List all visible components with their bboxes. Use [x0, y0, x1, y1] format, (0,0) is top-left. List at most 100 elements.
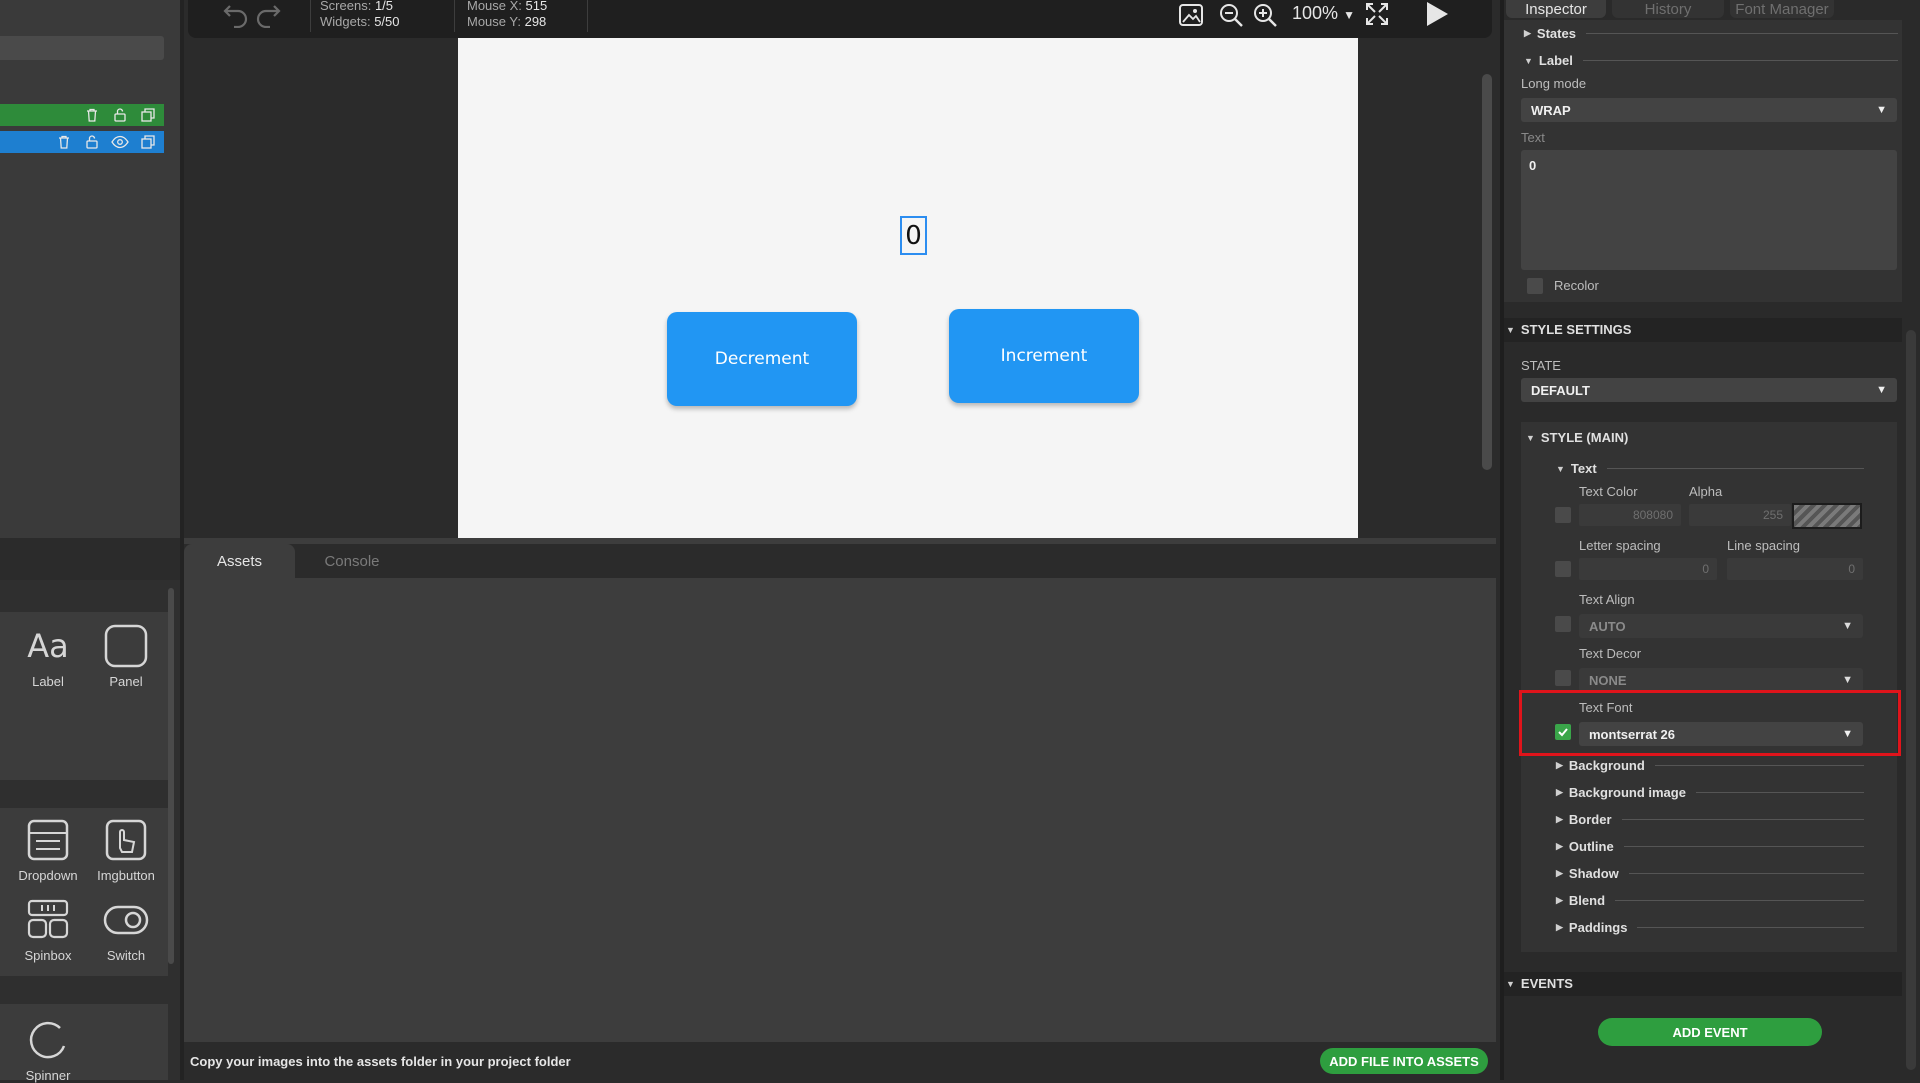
widget-spinner[interactable]: Spinner [10, 1016, 86, 1083]
triangle-down-icon: ▼ [1526, 432, 1535, 443]
text-decor-dropdown[interactable]: NONE ▼ [1579, 668, 1863, 692]
canvas-scrollbar[interactable] [1482, 74, 1492, 470]
widget-switch[interactable]: Switch [88, 896, 164, 963]
spinner-widget-icon [24, 1016, 72, 1064]
increment-button[interactable]: Increment [949, 309, 1139, 403]
state-dropdown[interactable]: DEFAULT ▼ [1521, 378, 1897, 402]
widget-spinbox[interactable]: Spinbox [10, 896, 86, 963]
letter-spacing-label: Letter spacing [1579, 538, 1661, 553]
alpha-label: Alpha [1689, 484, 1723, 499]
hierarchy-search-input[interactable] [0, 36, 164, 60]
toolbar-separator [454, 0, 455, 32]
triangle-down-icon: ▼ [1506, 324, 1515, 335]
add-file-button[interactable]: ADD FILE INTO ASSETS [1320, 1048, 1488, 1074]
redo-icon[interactable] [254, 2, 282, 28]
text-value-textarea[interactable]: 0 [1521, 150, 1897, 270]
tab-history[interactable]: History [1612, 0, 1724, 18]
outline-section[interactable]: ▶ Outline [1556, 839, 1864, 854]
widget-panel[interactable]: Panel [88, 622, 164, 689]
trash-icon[interactable] [54, 132, 74, 152]
zoom-in-icon[interactable] [1252, 2, 1278, 28]
style-settings-section[interactable]: ▼ STYLE SETTINGS [1506, 322, 1631, 337]
triangle-down-icon: ▼ [1556, 463, 1565, 474]
widget-spinbox-text: Spinbox [24, 948, 72, 963]
widget-dropdown[interactable]: Dropdown [10, 816, 86, 883]
trash-icon[interactable] [82, 105, 102, 125]
label-section[interactable]: ▼ Label [1524, 53, 1898, 68]
recolor-checkbox[interactable] [1527, 278, 1543, 294]
unlock-icon[interactable] [110, 105, 130, 125]
widget-label[interactable]: Aa Label [10, 622, 86, 689]
top-toolbar: Screens: 1/5 Widgets: 5/50 Mouse X: 515 … [188, 0, 1492, 38]
text-align-dropdown[interactable]: AUTO ▼ [1579, 614, 1863, 638]
text-style-section[interactable]: ▼ Text [1556, 461, 1864, 476]
imgbutton-widget-icon [102, 816, 150, 864]
triangle-right-icon: ▶ [1556, 895, 1563, 905]
spinbox-widget-icon [24, 896, 72, 944]
duplicate-icon[interactable] [138, 105, 158, 125]
triangle-down-icon: ▼ [1524, 55, 1533, 66]
add-event-button[interactable]: ADD EVENT [1598, 1018, 1822, 1046]
tab-console[interactable]: Console [298, 544, 406, 578]
counter-label[interactable]: 0 [900, 216, 927, 255]
panel-widget-icon [102, 622, 150, 670]
text-align-checkbox[interactable] [1555, 616, 1571, 632]
shadow-section[interactable]: ▶ Shadow [1556, 866, 1864, 881]
line-spacing-label: Line spacing [1727, 538, 1800, 553]
fullscreen-icon[interactable] [1364, 1, 1390, 27]
text-color-checkbox[interactable] [1555, 507, 1571, 523]
text-color-label: Text Color [1579, 484, 1638, 499]
text-color-input[interactable]: 808080 [1579, 504, 1681, 526]
spacing-checkbox[interactable] [1555, 561, 1571, 577]
tree-row-screen[interactable] [0, 104, 164, 126]
background-image-section[interactable]: ▶ Background image [1556, 785, 1864, 800]
states-section[interactable]: ▶ States [1524, 26, 1898, 41]
highlight-box [1519, 690, 1901, 756]
tab-assets[interactable]: Assets [184, 544, 295, 578]
alpha-input[interactable]: 255 [1689, 504, 1791, 526]
chevron-down-icon: ▼ [1876, 104, 1887, 116]
style-main-section[interactable]: ▼ STYLE (MAIN) [1526, 430, 1628, 445]
mouse-y-readout: Mouse Y: 298 [467, 14, 547, 29]
duplicate-icon[interactable] [138, 132, 158, 152]
widget-group-controls: Dropdown Imgbutton Spinbox Switch [0, 808, 168, 976]
long-mode-label: Long mode [1521, 76, 1587, 91]
chevron-down-icon: ▼ [1842, 674, 1853, 686]
triangle-right-icon: ▶ [1556, 787, 1563, 797]
screen-canvas[interactable] [458, 38, 1358, 538]
blend-section[interactable]: ▶ Blend [1556, 893, 1864, 908]
paddings-section[interactable]: ▶ Paddings [1556, 920, 1864, 935]
tab-font-manager[interactable]: Font Manager [1730, 0, 1834, 18]
inspector-scrollbar[interactable] [1906, 330, 1916, 1070]
events-section[interactable]: ▼ EVENTS [1506, 976, 1573, 991]
triangle-right-icon: ▶ [1556, 922, 1563, 932]
zoom-out-icon[interactable] [1218, 2, 1244, 28]
chevron-down-icon: ▼ [1876, 384, 1887, 396]
tab-inspector[interactable]: Inspector [1506, 0, 1606, 18]
zoom-select[interactable]: 100% ▼ [1292, 3, 1355, 24]
undo-icon[interactable] [222, 2, 250, 28]
tree-row-widget[interactable] [0, 131, 164, 153]
triangle-right-icon: ▶ [1524, 28, 1531, 38]
widget-imgbutton-text: Imgbutton [97, 868, 155, 883]
widget-imgbutton[interactable]: Imgbutton [88, 816, 164, 883]
switch-widget-icon [102, 896, 150, 944]
state-label: STATE [1521, 358, 1561, 373]
letter-spacing-input[interactable]: 0 [1579, 558, 1717, 580]
decrement-button[interactable]: Decrement [667, 312, 857, 406]
background-section[interactable]: ▶ Background [1556, 758, 1864, 773]
unlock-icon[interactable] [82, 132, 102, 152]
long-mode-dropdown[interactable]: WRAP ▼ [1521, 98, 1897, 122]
widgets-scrollbar[interactable] [168, 588, 174, 964]
play-icon[interactable] [1424, 0, 1450, 28]
image-icon[interactable] [1178, 2, 1204, 28]
border-section[interactable]: ▶ Border [1556, 812, 1864, 827]
text-decor-label: Text Decor [1579, 646, 1642, 661]
color-swatch[interactable] [1792, 503, 1862, 529]
text-label: Text [1521, 130, 1545, 145]
widgets-count: Widgets: 5/50 [320, 14, 400, 29]
eye-icon[interactable] [110, 132, 130, 152]
line-spacing-input[interactable]: 0 [1727, 558, 1863, 580]
toolbar-separator [587, 0, 588, 32]
text-decor-checkbox[interactable] [1555, 670, 1571, 686]
